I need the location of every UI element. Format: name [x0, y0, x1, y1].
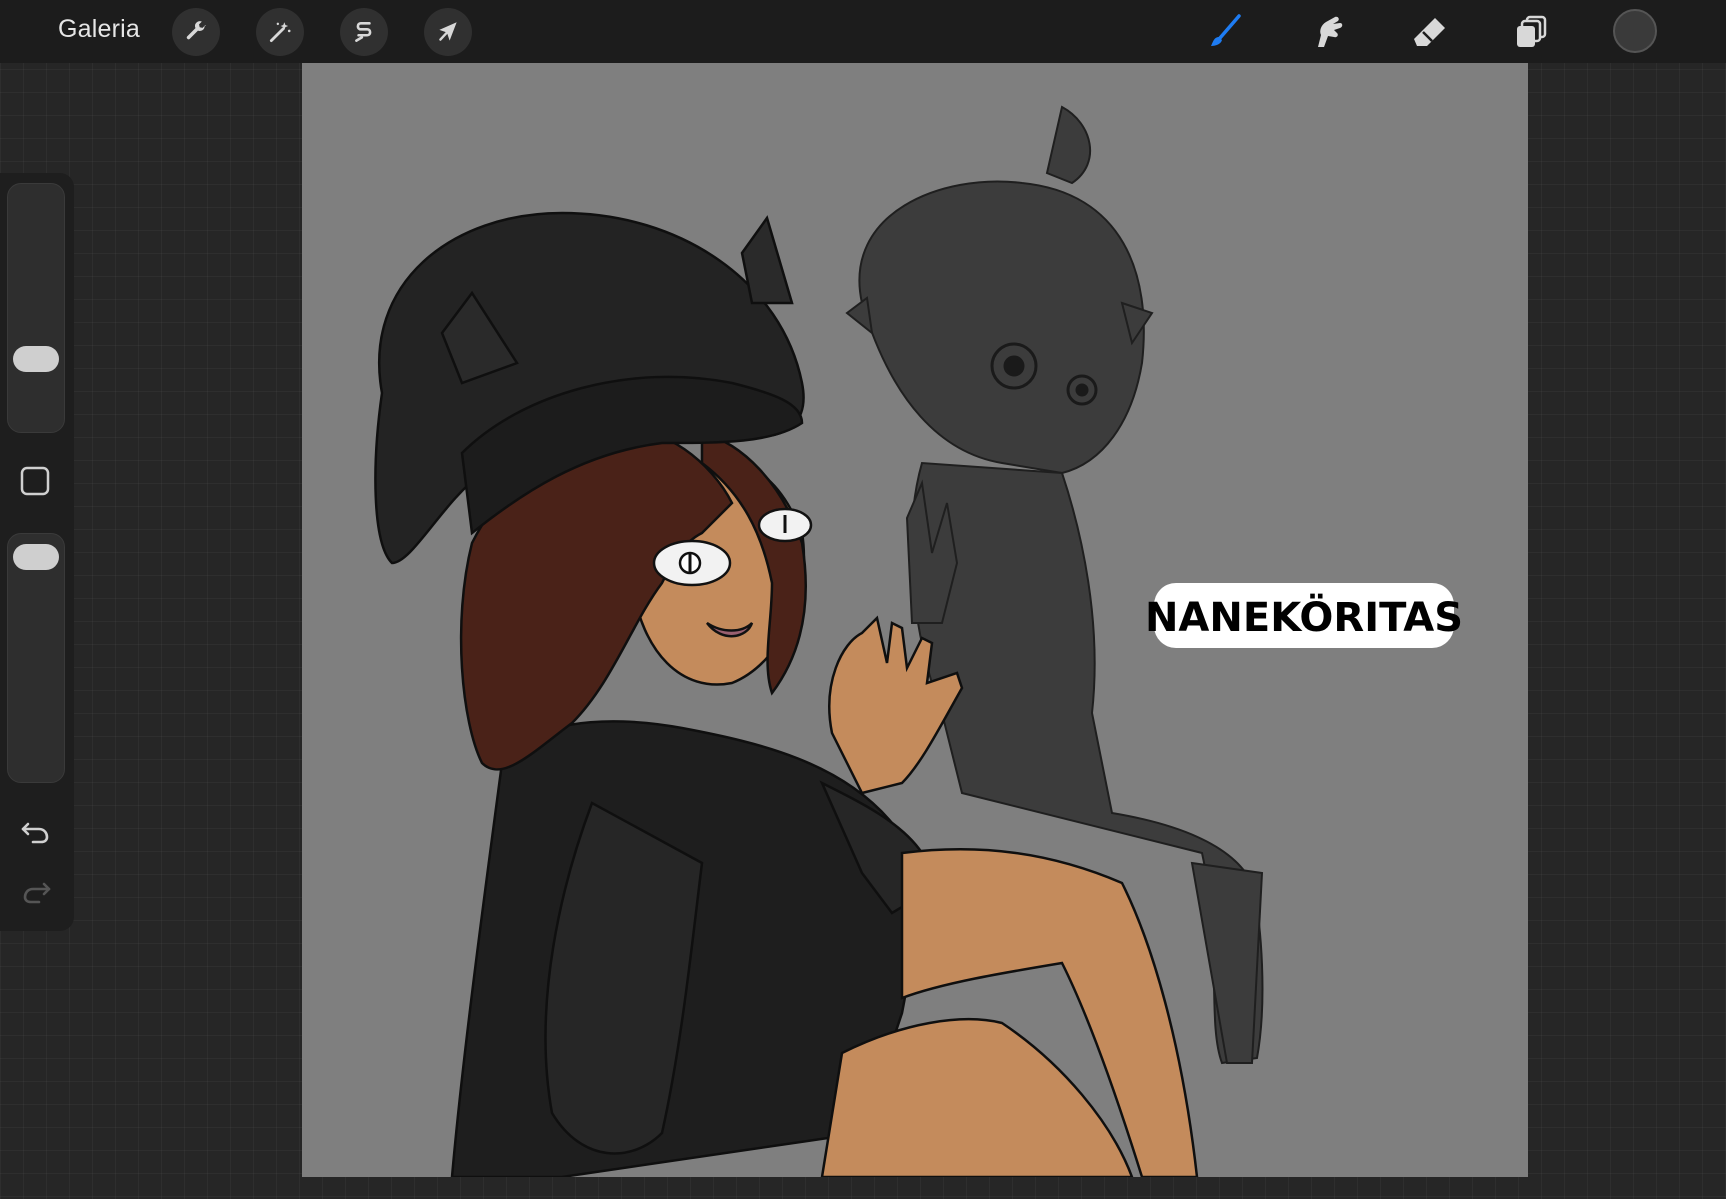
eraser-tool-button[interactable]: [1406, 8, 1454, 56]
top-toolbar: Galeria: [0, 0, 1726, 63]
square-icon: [20, 466, 50, 496]
watermark-logo: NANEKÖRITAS: [1145, 583, 1463, 648]
opacity-slider-thumb[interactable]: [13, 544, 59, 570]
layers-icon: [1517, 15, 1547, 47]
brush-icon: [1211, 14, 1241, 46]
actions-button[interactable]: [172, 8, 220, 56]
color-swatch-button[interactable]: [1613, 9, 1657, 53]
smudge-finger-icon: [1318, 16, 1343, 47]
magic-wand-icon: [269, 22, 291, 43]
wrench-icon: [186, 21, 206, 40]
transform-button[interactable]: [424, 8, 472, 56]
brush-tool-button[interactable]: [1201, 8, 1249, 56]
drawing-canvas[interactable]: NANEKÖRITAS: [302, 63, 1528, 1177]
redo-arrow-icon: [23, 882, 51, 904]
artwork-illustration: NANEKÖRITAS: [374, 105, 1463, 1177]
watermark-text: NANEKÖRITAS: [1145, 593, 1463, 641]
undo-arrow-icon: [21, 822, 49, 844]
layers-button[interactable]: [1508, 8, 1556, 56]
eraser-icon: [1414, 18, 1445, 46]
redo-button[interactable]: [16, 871, 56, 911]
smudge-tool-button[interactable]: [1304, 8, 1352, 56]
gallery-button[interactable]: Galeria: [58, 15, 140, 44]
modify-button[interactable]: [18, 464, 52, 498]
brush-size-slider-thumb[interactable]: [13, 345, 59, 372]
undo-button[interactable]: [16, 811, 56, 851]
selection-button[interactable]: [340, 8, 388, 56]
brush-size-slider[interactable]: [7, 183, 65, 433]
left-sidebar: [0, 173, 74, 931]
opacity-slider[interactable]: [7, 533, 65, 783]
arrow-cursor-icon: [439, 22, 457, 41]
selection-s-icon: [355, 22, 372, 42]
adjustments-button[interactable]: [256, 8, 304, 56]
